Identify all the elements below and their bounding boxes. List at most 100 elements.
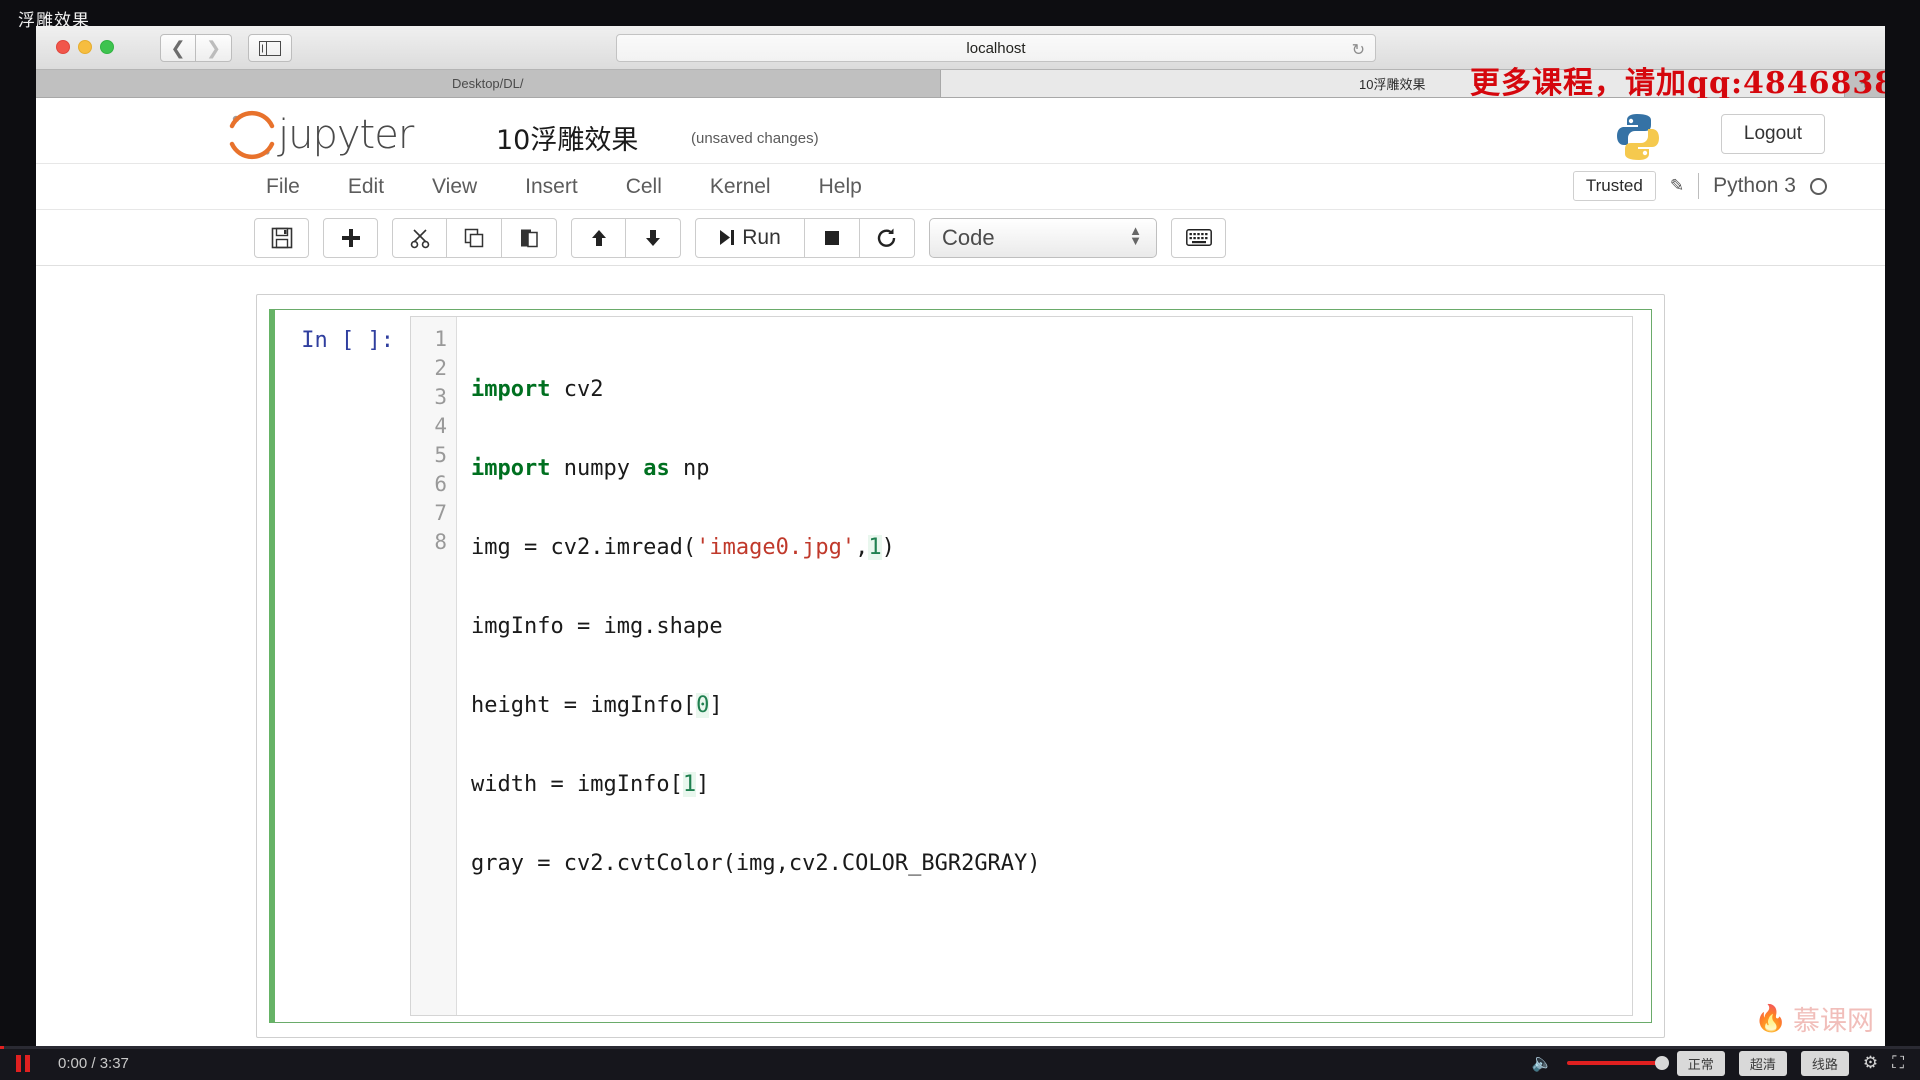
kernel-idle-circle-icon — [1810, 177, 1827, 195]
tab-desktop-dl[interactable]: Desktop/DL/ — [36, 70, 941, 97]
gear-icon[interactable]: ⚙ — [1863, 1053, 1878, 1073]
code-editor[interactable]: 1 2 3 4 5 6 7 8 import cv2 import numpy … — [410, 316, 1633, 1016]
cut-button[interactable] — [392, 217, 447, 258]
reload-icon[interactable]: ↻ — [1352, 40, 1365, 60]
sidebar-toggle-button[interactable] — [248, 34, 292, 62]
plus-icon — [341, 228, 360, 247]
volume-icon[interactable]: 🔈 — [1532, 1053, 1553, 1073]
video-progress-bar[interactable] — [0, 1046, 1920, 1049]
menubar-divider — [1698, 173, 1700, 199]
run-label: Run — [742, 225, 781, 249]
back-button[interactable]: ❮ — [160, 34, 196, 62]
interrupt-kernel-button[interactable] — [805, 217, 860, 258]
move-cell-down-button[interactable] — [626, 217, 681, 258]
menu-view[interactable]: View — [432, 175, 477, 199]
tab-label: 10浮雕效果 — [1359, 77, 1426, 92]
notebook-cell-container[interactable]: In [ ]: 1 2 3 4 5 6 7 8 import cv2 impor… — [256, 294, 1665, 1038]
save-group — [254, 217, 309, 258]
python-logo — [1611, 110, 1665, 169]
quality-normal-button[interactable]: 正常 — [1676, 1050, 1725, 1076]
quality-hd-button[interactable]: 超清 — [1738, 1050, 1787, 1076]
save-button[interactable] — [254, 217, 309, 258]
restart-kernel-button[interactable] — [860, 217, 915, 258]
stop-square-icon — [825, 230, 839, 245]
command-palette-group — [1171, 217, 1226, 258]
navigation-buttons: ❮ ❯ — [160, 34, 232, 62]
updown-arrows-icon: ▲ ▼ — [1129, 222, 1142, 248]
insert-cell-below-button[interactable] — [323, 217, 378, 258]
watermark-text: 慕课网 — [1793, 1006, 1874, 1037]
move-cell-group — [571, 217, 681, 258]
code-cell[interactable]: In [ ]: 1 2 3 4 5 6 7 8 import cv2 impor… — [269, 309, 1652, 1023]
line-number: 2 — [434, 356, 447, 380]
video-right-controls: 🔈 正常 超清 线路 ⚙ ⛶ — [1532, 1050, 1920, 1076]
clipboard-group — [392, 217, 557, 258]
menu-insert[interactable]: Insert — [525, 175, 578, 199]
save-icon — [271, 227, 292, 248]
line-select-button[interactable]: 线路 — [1800, 1050, 1849, 1076]
menu-kernel[interactable]: Kernel — [710, 175, 771, 199]
jupyter-notebook-page: jupyter 10浮雕效果 (unsaved changes) Logout … — [36, 98, 1885, 1046]
volume-slider[interactable] — [1566, 1056, 1669, 1070]
sidebar-toggle-icon — [259, 40, 281, 56]
cell-type-select[interactable]: Code ▲ ▼ — [929, 217, 1157, 258]
forward-button[interactable]: ❯ — [196, 34, 232, 62]
pause-button[interactable] — [10, 1054, 36, 1072]
menu-help[interactable]: Help — [819, 175, 862, 199]
jupyter-toolbar: Run Code ▲ ▼ — [36, 210, 1885, 266]
code-line-6: width = imgInfo[1] — [471, 772, 710, 797]
code-line-2: import numpy as np — [471, 456, 710, 481]
maximize-window-button[interactable] — [100, 40, 114, 54]
logout-button[interactable]: Logout — [1720, 114, 1825, 154]
jupyter-menubar: File Edit View Insert Cell Kernel Help T… — [36, 164, 1885, 210]
line-number: 7 — [434, 501, 447, 525]
code-line-5: height = imgInfo[0] — [471, 693, 723, 718]
pause-icon-bar — [25, 1054, 30, 1072]
run-icon — [720, 230, 735, 245]
pencil-icon[interactable]: ✎ — [1670, 176, 1684, 196]
minimize-window-button[interactable] — [78, 40, 92, 54]
browser-toolbar: ❮ ❯ localhost ↻ 更多课程，请加qq:484683840 — [36, 26, 1885, 101]
flame-icon: 🔥 — [1754, 1003, 1787, 1034]
arrow-down-icon — [646, 229, 660, 246]
line-number: 1 — [434, 327, 447, 351]
kernel-name-label: Python 3 — [1713, 174, 1796, 197]
line-number-gutter: 1 2 3 4 5 6 7 8 — [411, 317, 457, 1015]
line-number: 5 — [434, 443, 447, 467]
line-number: 6 — [434, 472, 447, 496]
paste-button[interactable] — [502, 217, 557, 258]
trusted-badge[interactable]: Trusted — [1572, 171, 1656, 201]
move-cell-up-button[interactable] — [571, 217, 626, 258]
code-line-1: import cv2 — [471, 377, 604, 402]
insert-cell-group — [323, 217, 378, 258]
menu-edit[interactable]: Edit — [348, 175, 384, 199]
copy-button[interactable] — [447, 217, 502, 258]
python-logo-icon — [1617, 114, 1659, 160]
video-player: 浮雕效果 ❮ ❯ localhost ↻ 更多课程，请加qq:484683 De… — [0, 0, 1920, 1080]
volume-knob[interactable] — [1654, 1056, 1669, 1070]
copy-icon — [464, 228, 484, 247]
pause-icon-bar — [16, 1054, 21, 1072]
code-text-area[interactable]: import cv2 import numpy as np img = cv2.… — [457, 317, 1632, 1015]
address-bar-text: localhost — [966, 39, 1026, 57]
menubar-right-group: Trusted ✎ Python 3 — [1572, 171, 1827, 201]
restart-icon — [877, 228, 896, 247]
code-line-7: gray = cv2.cvtColor(img,cv2.COLOR_BGR2GR… — [471, 851, 1041, 876]
code-line-4: imgInfo = img.shape — [471, 614, 723, 639]
fullscreen-icon[interactable]: ⛶ — [1892, 1053, 1904, 1073]
jupyter-logo[interactable]: jupyter — [226, 110, 414, 160]
imooc-watermark: 🔥 慕课网 — [1755, 999, 1874, 1038]
close-window-button[interactable] — [56, 40, 70, 54]
notebook-save-status: (unsaved changes) — [691, 130, 819, 147]
notebook-name[interactable]: 10浮雕效果 — [496, 118, 638, 157]
code-line-3: img = cv2.imread('image0.jpg',1) — [471, 535, 895, 560]
address-bar[interactable]: localhost ↻ — [616, 34, 1376, 62]
menu-cell[interactable]: Cell — [626, 175, 662, 199]
scissors-icon — [410, 228, 429, 248]
run-cell-button[interactable]: Run — [695, 217, 805, 258]
open-command-palette-button[interactable] — [1171, 217, 1226, 258]
video-control-bar: 0:00 / 3:37 🔈 正常 超清 线路 ⚙ ⛶ — [0, 1046, 1920, 1080]
cell-type-value: Code — [942, 224, 995, 250]
menu-file[interactable]: File — [266, 175, 300, 199]
